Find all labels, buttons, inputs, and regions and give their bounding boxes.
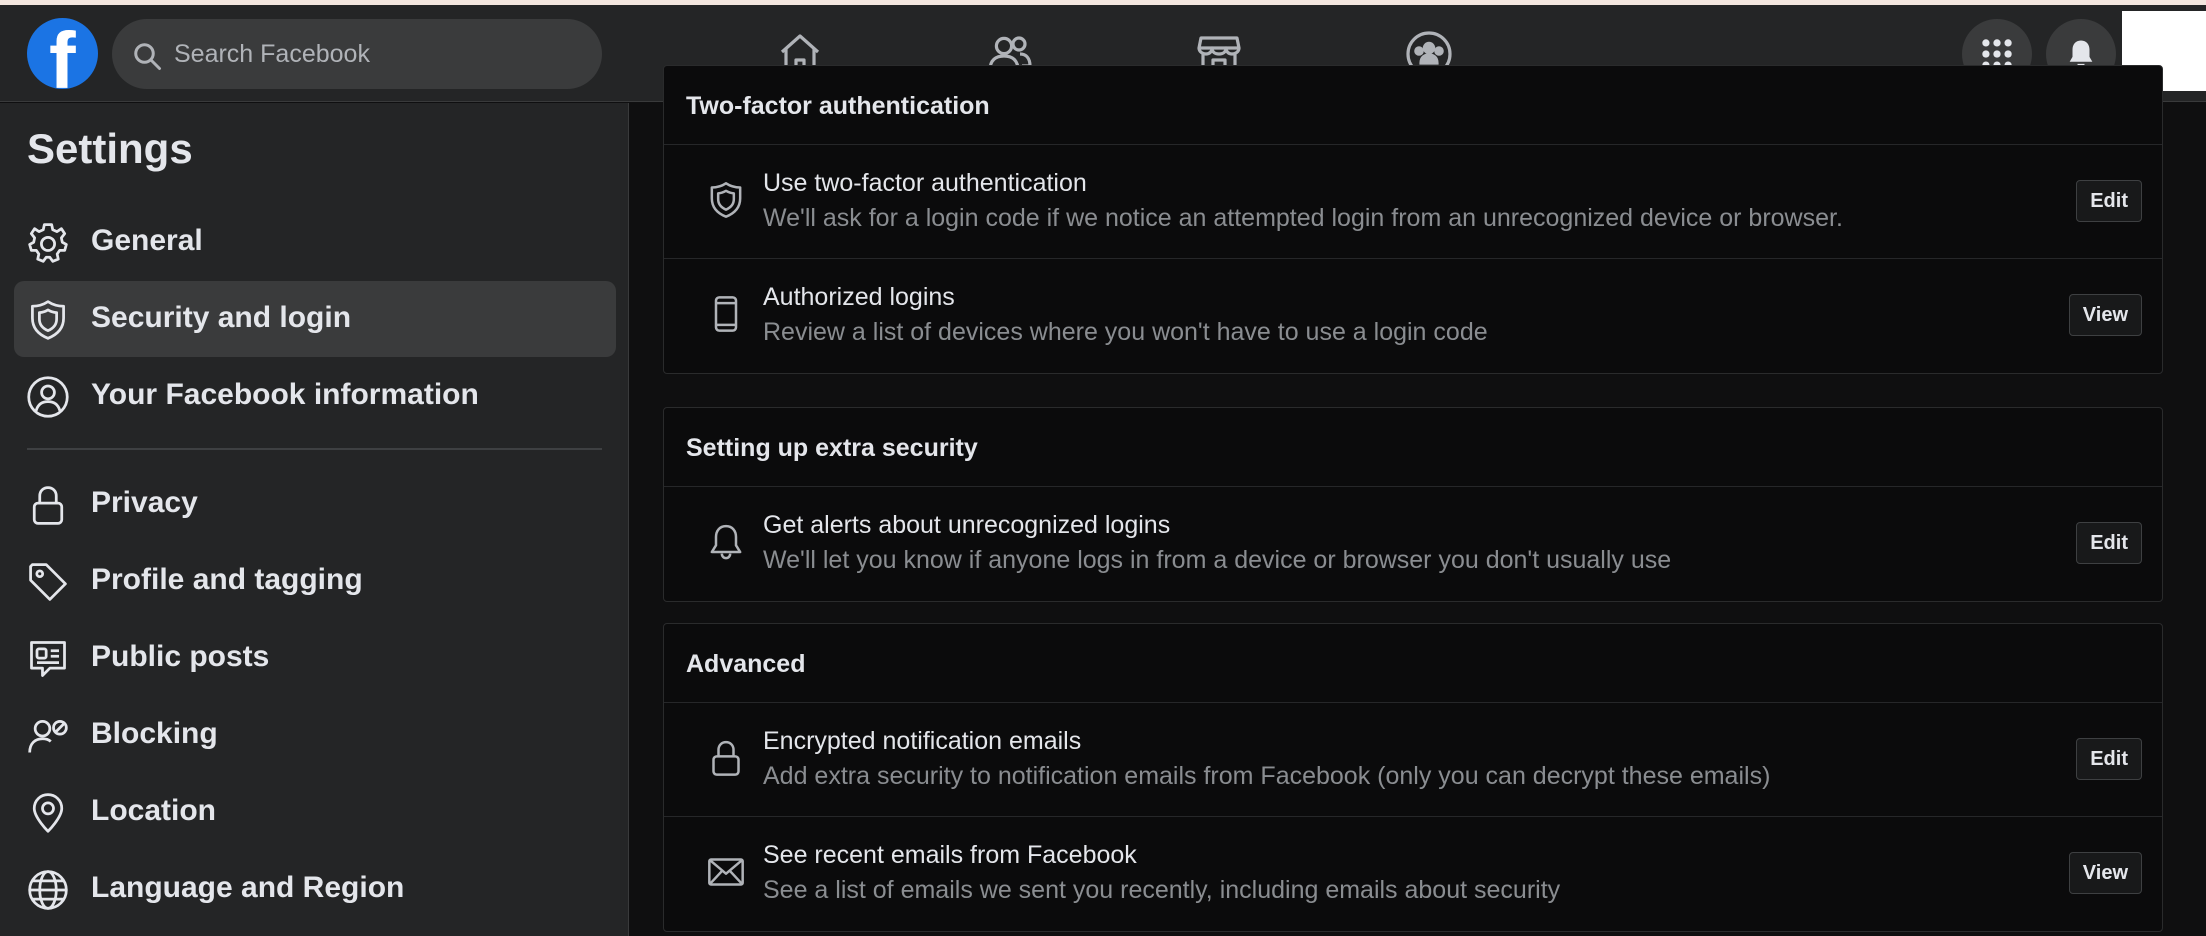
tag-icon xyxy=(29,563,67,601)
sidebar-item-label: Your Facebook information xyxy=(91,378,479,411)
shield-icon xyxy=(710,182,742,218)
sidebar-item-label: Security and login xyxy=(91,301,352,334)
settings-sidebar: Settings General Security and login Your… xyxy=(0,103,629,936)
section-heading: Two-factor authentication xyxy=(686,92,990,120)
setting-row-encrypted-emails[interactable]: Encrypted notification emails Add extra … xyxy=(664,703,2162,817)
sidebar-item-general[interactable]: General xyxy=(14,204,616,280)
sidebar-item-public-posts[interactable]: Public posts xyxy=(14,620,616,696)
gear-icon xyxy=(28,223,68,263)
setting-row-two-factor[interactable]: Use two-factor authentication We'll ask … xyxy=(664,145,2162,259)
section-extra-security: Setting up extra security Get alerts abo… xyxy=(663,407,2163,602)
setting-description: Review a list of devices where you won't… xyxy=(763,318,1488,346)
edit-button[interactable]: Edit xyxy=(2076,180,2142,222)
sidebar-item-security-and-login[interactable]: Security and login xyxy=(14,281,616,357)
edit-button[interactable]: Edit xyxy=(2076,738,2142,780)
setting-description: We'll let you know if anyone logs in fro… xyxy=(763,546,1672,574)
lock-icon xyxy=(32,486,64,525)
section-header: Setting up extra security xyxy=(664,408,2162,487)
sidebar-item-label: Location xyxy=(91,794,216,827)
view-button[interactable]: View xyxy=(2068,294,2142,336)
sidebar-item-label: General xyxy=(91,224,203,257)
shield-icon xyxy=(31,300,65,340)
sidebar-item-blocking[interactable]: Blocking xyxy=(14,697,616,773)
sidebar-divider xyxy=(27,448,602,450)
view-button[interactable]: View xyxy=(2068,852,2142,894)
setting-description: See a list of emails we sent you recentl… xyxy=(763,876,1561,904)
facebook-logo[interactable]: f xyxy=(27,18,98,89)
search-icon xyxy=(134,43,161,70)
sidebar-title: Settings xyxy=(27,125,193,172)
sidebar-item-label: Privacy xyxy=(91,486,198,519)
globe-icon xyxy=(28,870,68,910)
sidebar-item-location[interactable]: Location xyxy=(14,774,616,850)
location-pin-icon xyxy=(32,793,64,833)
search-input[interactable] xyxy=(174,19,584,89)
setting-row-recent-emails[interactable]: See recent emails from Facebook See a li… xyxy=(664,817,2162,931)
person-icon xyxy=(27,376,69,418)
setting-description: Add extra security to notification email… xyxy=(763,762,1771,790)
setting-title: Get alerts about unrecognized logins xyxy=(763,511,1171,539)
sidebar-item-your-facebook-information[interactable]: Your Facebook information xyxy=(14,358,616,434)
edit-button[interactable]: Edit xyxy=(2076,522,2142,564)
setting-title: Use two-factor authentication xyxy=(763,169,1087,197)
sidebar-item-profile-and-tagging[interactable]: Profile and tagging xyxy=(14,543,616,619)
lock-icon xyxy=(712,740,740,776)
sidebar-item-label: Language and Region xyxy=(91,871,405,904)
sidebar-item-label: Blocking xyxy=(91,717,218,750)
search-box[interactable] xyxy=(112,19,602,89)
setting-row-login-alerts[interactable]: Get alerts about unrecognized logins We'… xyxy=(664,487,2162,601)
section-advanced: Advanced Encrypted notification emails A… xyxy=(663,623,2163,932)
section-heading: Advanced xyxy=(686,650,806,678)
section-heading: Setting up extra security xyxy=(686,434,978,462)
setting-row-authorized-logins[interactable]: Authorized logins Review a list of devic… xyxy=(664,259,2162,373)
setting-title: Authorized logins xyxy=(763,283,955,311)
sidebar-item-language-and-region[interactable]: Language and Region xyxy=(14,851,616,927)
sidebar-item-privacy[interactable]: Privacy xyxy=(14,466,616,542)
setting-title: See recent emails from Facebook xyxy=(763,841,1137,869)
section-two-factor-authentication: Two-factor authentication Use two-factor… xyxy=(663,65,2163,374)
sidebar-item-label: Profile and tagging xyxy=(91,563,363,596)
bell-icon xyxy=(710,524,742,560)
setting-description: We'll ask for a login code if we notice … xyxy=(763,204,1843,232)
facebook-logo-letter: f xyxy=(49,18,76,90)
section-header: Two-factor authentication xyxy=(664,66,2162,145)
phone-icon xyxy=(714,296,738,332)
public-posts-icon xyxy=(30,641,66,677)
blocking-icon xyxy=(28,719,68,753)
setting-title: Encrypted notification emails xyxy=(763,727,1082,755)
sidebar-item-label: Public posts xyxy=(91,640,270,673)
envelope-icon xyxy=(708,858,744,886)
section-header: Advanced xyxy=(664,624,2162,703)
settings-main: Two-factor authentication Use two-factor… xyxy=(630,65,2206,936)
